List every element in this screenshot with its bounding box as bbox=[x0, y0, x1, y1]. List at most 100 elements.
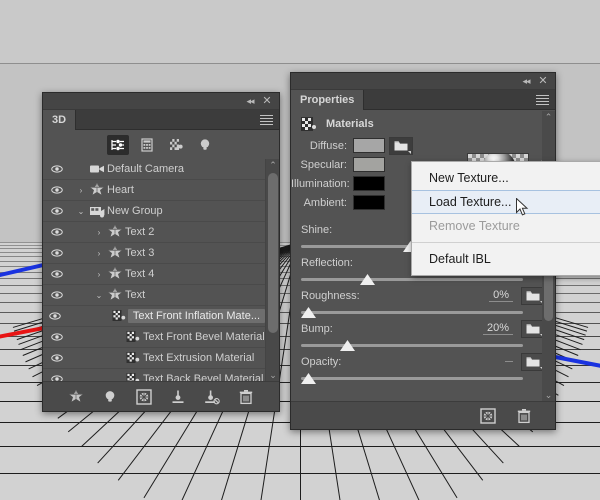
visibility-eye-icon[interactable] bbox=[43, 352, 71, 364]
scroll-down-icon[interactable]: ⌄ bbox=[542, 389, 555, 401]
mesh-icon bbox=[105, 266, 125, 282]
color-row-label: Illumination: bbox=[291, 177, 350, 190]
color-swatch[interactable] bbox=[353, 138, 385, 153]
list-item[interactable]: Text Extrusion Material bbox=[43, 348, 265, 369]
list-item[interactable]: Default Camera bbox=[43, 159, 265, 180]
menu-item[interactable]: Default IBL bbox=[412, 247, 600, 271]
properties-titlebar[interactable]: ◂◂ ✕ bbox=[291, 73, 555, 90]
delete-button[interactable] bbox=[237, 388, 255, 406]
panel-menu-icon[interactable] bbox=[536, 95, 549, 105]
slider-track[interactable] bbox=[301, 306, 545, 320]
list-item[interactable]: › Heart bbox=[43, 180, 265, 201]
slider-group: Opacity: bbox=[301, 352, 545, 386]
disclosure-triangle-icon[interactable]: ⌄ bbox=[75, 207, 87, 216]
list-item[interactable]: › Text 3 bbox=[43, 243, 265, 264]
list-item-label: Text Extrusion Material bbox=[143, 352, 255, 364]
scroll-down-icon[interactable]: ⌄ bbox=[266, 369, 280, 381]
slider-track[interactable] bbox=[301, 339, 545, 353]
close-icon[interactable]: ✕ bbox=[261, 96, 273, 107]
section-title: Materials bbox=[326, 118, 374, 130]
lights-filter[interactable] bbox=[194, 135, 216, 155]
3d-filter-bar[interactable] bbox=[43, 131, 279, 159]
remove-point-button[interactable] bbox=[203, 388, 221, 406]
visibility-eye-icon[interactable] bbox=[43, 289, 71, 301]
material-icon bbox=[111, 308, 128, 324]
add-point-button[interactable] bbox=[169, 388, 187, 406]
close-icon[interactable]: ✕ bbox=[537, 76, 549, 87]
toggle-ibl-button[interactable] bbox=[135, 388, 153, 406]
add-light-button[interactable] bbox=[101, 388, 119, 406]
list-item-label: Default Camera bbox=[107, 163, 185, 175]
material-icon bbox=[123, 329, 143, 345]
menu-item: Remove Texture bbox=[429, 219, 520, 233]
tab-properties[interactable]: Properties bbox=[291, 90, 365, 110]
disclosure-triangle-icon[interactable]: › bbox=[75, 186, 87, 195]
menu-item[interactable]: New Texture... bbox=[412, 166, 600, 190]
mesh-icon bbox=[105, 224, 125, 240]
menu-item[interactable]: Load Texture... bbox=[412, 190, 600, 214]
visibility-eye-icon[interactable] bbox=[43, 331, 71, 343]
list-item[interactable]: › Text 4 bbox=[43, 264, 265, 285]
visibility-eye-icon[interactable] bbox=[43, 247, 71, 259]
color-row-label: Ambient: bbox=[303, 196, 347, 209]
mesh-icon bbox=[87, 182, 107, 198]
disclosure-triangle-icon[interactable]: › bbox=[93, 249, 105, 258]
color-swatch[interactable] bbox=[353, 176, 385, 191]
color-swatch[interactable] bbox=[353, 195, 385, 210]
3d-scene-list[interactable]: Default Camera › Heart ⌄ New Group › Tex… bbox=[43, 159, 265, 381]
scroll-up-icon[interactable]: ⌃ bbox=[542, 111, 555, 123]
slider-label: Roughness: bbox=[301, 289, 360, 302]
group-icon bbox=[87, 203, 107, 219]
scene-filter[interactable] bbox=[106, 135, 129, 155]
properties-tabrow[interactable]: Properties bbox=[291, 90, 555, 110]
color-row-label: Specular: bbox=[300, 158, 347, 171]
3d-panel-titlebar[interactable]: ◂◂ ✕ bbox=[43, 93, 279, 110]
visibility-eye-icon[interactable] bbox=[43, 310, 67, 322]
list-item[interactable]: ⌄ New Group bbox=[43, 201, 265, 222]
list-item-label: Text Back Bevel Material bbox=[143, 373, 264, 381]
disclosure-triangle-icon[interactable]: › bbox=[93, 270, 105, 279]
scroll-up-icon[interactable]: ⌃ bbox=[266, 159, 280, 171]
slider-bar bbox=[301, 278, 523, 281]
collapse-icon[interactable]: ◂◂ bbox=[244, 96, 256, 107]
texture-folder-button[interactable] bbox=[389, 136, 413, 155]
materials-filter[interactable] bbox=[165, 135, 187, 155]
list-item-label: Text Front Inflation Mate... bbox=[127, 309, 265, 323]
visibility-eye-icon[interactable] bbox=[43, 163, 71, 175]
list-item[interactable]: Text Front Inflation Mate... bbox=[43, 306, 265, 327]
list-item[interactable]: Text Front Bevel Material bbox=[43, 327, 265, 348]
visibility-eye-icon[interactable] bbox=[43, 373, 71, 381]
3d-panel-tabrow[interactable]: 3D bbox=[43, 110, 279, 130]
slider-track[interactable] bbox=[301, 372, 545, 386]
panel-menu-icon[interactable] bbox=[260, 115, 273, 125]
list-item[interactable]: ⌄ Text bbox=[43, 285, 265, 306]
visibility-eye-icon[interactable] bbox=[43, 268, 71, 280]
add-mesh-button[interactable] bbox=[67, 388, 85, 406]
properties-bottom-bar[interactable] bbox=[291, 401, 555, 429]
menu-separator bbox=[412, 242, 600, 243]
list-item[interactable]: › Text 2 bbox=[43, 222, 265, 243]
ibl-button[interactable] bbox=[479, 407, 497, 425]
disclosure-triangle-icon[interactable]: › bbox=[93, 228, 105, 237]
visibility-eye-icon[interactable] bbox=[43, 205, 71, 217]
slider-label: Bump: bbox=[301, 322, 333, 335]
tab-3d[interactable]: 3D bbox=[43, 110, 77, 130]
visibility-eye-icon[interactable] bbox=[43, 226, 71, 238]
slider-value[interactable]: 20% bbox=[482, 322, 513, 335]
list-item[interactable]: Text Back Bevel Material bbox=[43, 369, 265, 381]
mesh-filter[interactable] bbox=[136, 135, 158, 155]
3d-panel-bottom-bar[interactable] bbox=[43, 381, 279, 411]
list-item-label: Heart bbox=[107, 184, 134, 196]
texture-context-menu[interactable]: New Texture... Load Texture... Remove Text… bbox=[411, 161, 600, 276]
slider-value[interactable] bbox=[505, 361, 513, 362]
slider-group: Bump: 20% bbox=[301, 319, 545, 353]
3d-panel[interactable]: ◂◂ ✕ 3D Default Camera › Heart ⌄ New Gro… bbox=[42, 92, 280, 412]
slider-value[interactable]: 0% bbox=[489, 289, 513, 302]
collapse-icon[interactable]: ◂◂ bbox=[520, 76, 532, 87]
color-swatch[interactable] bbox=[353, 157, 385, 172]
3d-list-scroll-thumb[interactable] bbox=[268, 173, 278, 333]
3d-list-scrollbar[interactable]: ⌃ ⌄ bbox=[265, 159, 279, 381]
visibility-eye-icon[interactable] bbox=[43, 184, 71, 196]
disclosure-triangle-icon[interactable]: ⌄ bbox=[93, 291, 105, 300]
delete-button[interactable] bbox=[515, 407, 533, 425]
